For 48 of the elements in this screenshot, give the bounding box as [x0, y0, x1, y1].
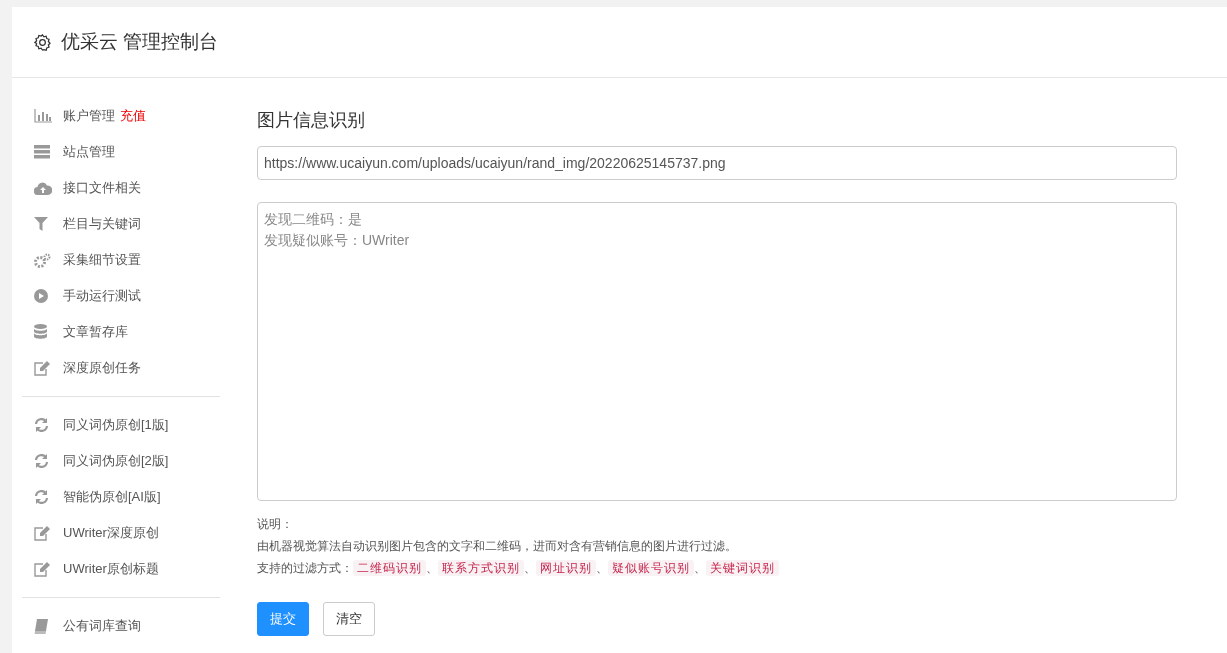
sidebar-item[interactable]: 公有词库查询	[63, 617, 141, 635]
sidebar-item[interactable]: UWriter原创标题	[63, 560, 159, 578]
refresh-icon	[34, 454, 49, 468]
refresh-icon	[34, 418, 49, 432]
sidebar-item[interactable]: 站点管理	[63, 143, 115, 161]
edit-icon	[34, 360, 50, 376]
result-line: 发现二维码：是	[264, 210, 362, 229]
sidebar-item[interactable]: 文章暂存库	[63, 323, 128, 341]
result-line: 发现疑似账号：UWriter	[264, 231, 410, 250]
settings-icon	[34, 33, 51, 51]
refresh-icon	[34, 490, 49, 504]
edit-icon	[34, 525, 50, 541]
sidebar-item[interactable]: UWriter深度原创	[63, 524, 159, 542]
method-tag: 二维码识别	[353, 560, 426, 576]
sidebar-item[interactable]: 手动运行测试	[63, 287, 141, 305]
sidebar-item[interactable]: 账户管理	[63, 107, 115, 125]
filter-methods-label: 支持的过滤方式：	[257, 561, 353, 575]
play-icon	[34, 289, 48, 303]
description-text: 由机器视觉算法自动识别图片包含的文字和二维码，进而对含有营销信息的图片进行过滤。	[257, 539, 737, 553]
sidebar-item[interactable]: 采集细节设置	[63, 251, 141, 269]
cloud-upload-icon	[34, 181, 52, 195]
bar-chart-icon	[34, 109, 52, 123]
database-icon	[34, 324, 47, 340]
server-icon	[34, 145, 50, 159]
edit-icon	[34, 561, 50, 577]
separator: 、	[426, 561, 438, 575]
recharge-link[interactable]: 充值	[120, 107, 146, 125]
sidebar-item[interactable]: 智能伪原创[AI版]	[63, 488, 161, 506]
separator: 、	[694, 561, 706, 575]
method-tag: 网址识别	[536, 560, 596, 576]
page-title: 图片信息识别	[257, 109, 366, 132]
separator: 、	[596, 561, 608, 575]
url-field[interactable]: https://www.ucaiyun.com/uploads/ucaiyun/rand_img/20220625145737.png	[257, 146, 1177, 180]
book-icon	[34, 618, 48, 634]
result-box[interactable]: 发现二维码：是 发现疑似账号：UWriter	[257, 202, 1177, 501]
method-tag: 关键词识别	[706, 560, 779, 576]
sidebar-item[interactable]: 深度原创任务	[63, 359, 141, 377]
note-heading: 说明：	[257, 517, 293, 531]
separator: 、	[524, 561, 536, 575]
app-title: 优采云 管理控制台	[61, 30, 219, 54]
method-tag: 联系方式识别	[438, 560, 524, 576]
sidebar-item[interactable]: 同义词伪原创[1版]	[63, 416, 169, 434]
clear-button[interactable]: 清空	[323, 602, 375, 636]
sidebar-item[interactable]: 接口文件相关	[63, 179, 141, 197]
sidebar-item[interactable]: 同义词伪原创[2版]	[63, 452, 169, 470]
filter-icon	[34, 217, 48, 231]
sidebar-item[interactable]: 栏目与关键词	[63, 215, 141, 233]
method-tag: 疑似账号识别	[608, 560, 694, 576]
